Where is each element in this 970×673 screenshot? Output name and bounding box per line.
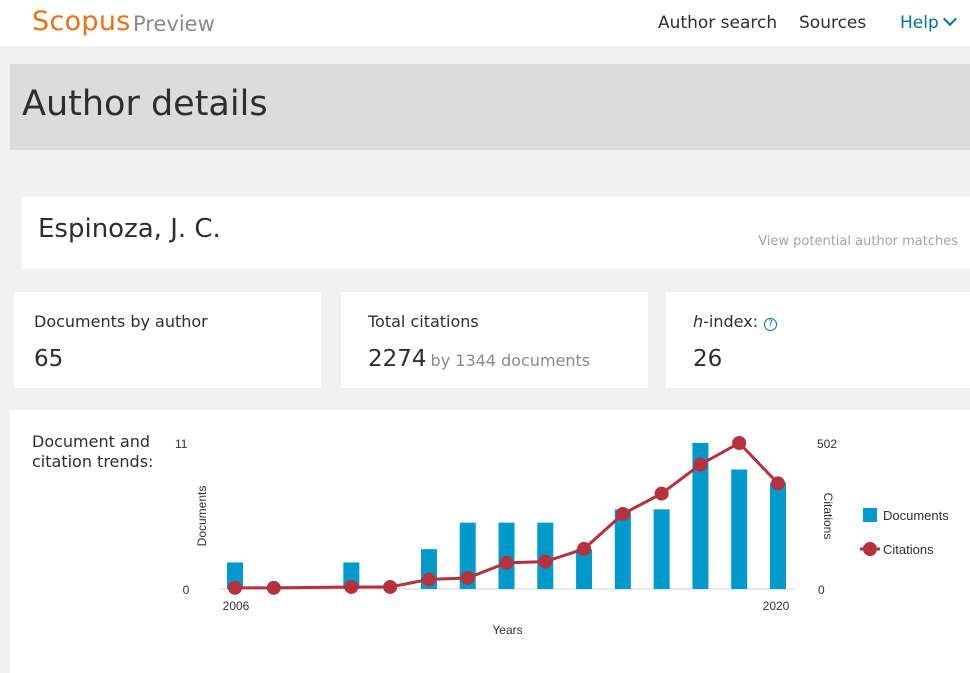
- right-axis-tick-label: 0: [818, 583, 825, 597]
- legend-citations-label: Citations: [883, 542, 934, 557]
- citations-point: [266, 580, 281, 595]
- right-axis-tick-label: 502: [817, 437, 837, 451]
- documents-bar: [731, 469, 748, 589]
- citations-point: [460, 570, 475, 585]
- documents-bar: [653, 509, 670, 589]
- documents-bar: [614, 509, 631, 589]
- top-nav-bar: Scopus Preview Author search Sources Hel…: [0, 0, 970, 46]
- citations-point: [615, 506, 630, 521]
- citations-metric-card: Total citations 2274 by 1344 documents: [341, 292, 648, 388]
- x-axis-tick-label: 2020: [763, 599, 790, 613]
- citations-by-documents[interactable]: by 1344 documents: [431, 351, 591, 370]
- citations-point: [499, 555, 514, 570]
- author-name: Espinoza, J. C.: [38, 214, 221, 244]
- nav-help-label: Help: [900, 13, 939, 33]
- citations-value-row: 2274 by 1344 documents: [368, 346, 590, 372]
- page-title-band: Author details: [10, 64, 970, 150]
- citations-point: [654, 486, 669, 501]
- citations-count[interactable]: 2274: [368, 346, 427, 372]
- scopus-logo[interactable]: Scopus: [32, 6, 131, 37]
- legend-documents-label: Documents: [883, 508, 949, 523]
- documents-bar: [498, 522, 515, 589]
- x-axis-tick-label: 2006: [223, 599, 250, 613]
- logo-preview-label: Preview: [133, 12, 215, 36]
- help-question-icon[interactable]: ?: [764, 318, 778, 331]
- hindex-value: 26: [693, 346, 723, 372]
- documents-metric-card: Documents by author 65: [14, 292, 321, 388]
- author-name-card: Espinoza, J. C. View potential author ma…: [22, 197, 970, 269]
- view-potential-matches-link[interactable]: View potential author matches: [758, 234, 958, 249]
- x-axis-title: Years: [492, 623, 522, 637]
- legend-citations-marker: [863, 542, 877, 556]
- citations-point: [383, 579, 398, 594]
- left-axis-title: Documents: [195, 486, 209, 547]
- citations-label: Total citations: [368, 312, 479, 331]
- hindex-label-row: h-index:?: [693, 312, 778, 332]
- page-title: Author details: [22, 84, 268, 124]
- nav-sources[interactable]: Sources: [799, 13, 866, 33]
- left-axis-tick-label: 11: [175, 437, 188, 451]
- citations-point: [732, 436, 747, 450]
- citations-point: [538, 554, 553, 569]
- documents-label: Documents by author: [34, 312, 208, 331]
- citations-point: [421, 572, 436, 587]
- chevron-down-icon: [942, 11, 957, 27]
- hindex-label-h: h: [693, 312, 704, 331]
- legend-documents-swatch: [863, 508, 877, 522]
- hindex-metric-card: h-index:? 26: [666, 292, 970, 388]
- citations-point: [693, 457, 708, 472]
- nav-help[interactable]: Help: [900, 11, 957, 33]
- citations-point: [771, 476, 785, 491]
- nav-author-search[interactable]: Author search: [658, 13, 777, 33]
- citations-point: [228, 580, 242, 595]
- trends-chart-card: Document and citation trends: 11 0 502 0 Doc…: [10, 410, 970, 673]
- documents-bar: [770, 482, 786, 589]
- hindex-label: -index:: [703, 312, 759, 331]
- citations-point: [344, 579, 359, 594]
- left-axis-tick-label: 0: [183, 583, 190, 597]
- citations-point: [577, 541, 592, 556]
- trends-chart: 11 0 502 0 Documents Citations 2006 2020 Years Do…: [175, 436, 949, 637]
- documents-count[interactable]: 65: [34, 346, 63, 372]
- right-axis-title: Citations: [821, 493, 835, 540]
